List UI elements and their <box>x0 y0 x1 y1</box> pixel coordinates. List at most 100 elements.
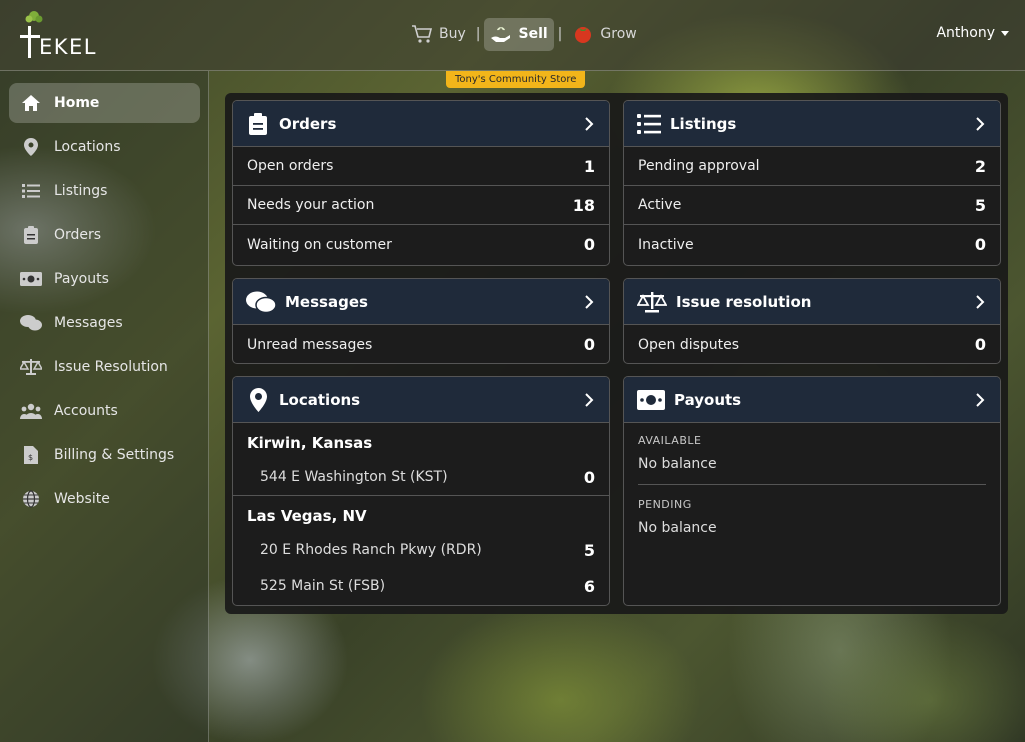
orders-card: Orders Open orders 1 Needs your action 18 … <box>232 100 610 266</box>
location-store-count: 6 <box>583 576 595 596</box>
list-item[interactable]: Active 5 <box>624 186 1000 225</box>
mode-buy[interactable]: Buy <box>405 18 472 51</box>
sidebar-item-locations[interactable]: Locations <box>9 127 200 167</box>
row-label: Active <box>638 197 682 213</box>
sidebar-item-label: Locations <box>54 139 121 155</box>
chat-icon <box>245 290 277 314</box>
scale-icon <box>636 290 668 314</box>
messages-card-header[interactable]: Messages <box>233 279 609 325</box>
sidebar-item-billing-settings[interactable]: $ Billing & Settings <box>9 435 200 475</box>
list-item[interactable]: Pending approval 2 <box>624 147 1000 186</box>
tomato-icon <box>575 27 592 43</box>
list-item[interactable]: Unread messages 0 <box>233 325 609 363</box>
payouts-card-header[interactable]: Payouts <box>624 377 1000 423</box>
mode-separator: | <box>557 26 563 42</box>
sidebar-item-orders[interactable]: Orders <box>9 215 200 255</box>
sidebar-item-home[interactable]: Home <box>9 83 200 123</box>
sidebar-item-website[interactable]: Website <box>9 479 200 519</box>
sidebar-item-label: Listings <box>54 183 108 199</box>
sidebar-item-payouts[interactable]: Payouts <box>9 259 200 299</box>
issue-resolution-card-title: Issue resolution <box>676 292 812 311</box>
invoice-icon: $ <box>20 446 42 464</box>
mode-sell-label: Sell <box>518 26 548 42</box>
row-count: 0 <box>583 235 595 254</box>
sidebar-item-messages[interactable]: Messages <box>9 303 200 343</box>
logo-t-bar <box>20 35 40 38</box>
listings-card-header[interactable]: Listings <box>624 101 1000 147</box>
map-pin-icon <box>20 138 42 156</box>
row-label: Inactive <box>638 236 694 253</box>
user-name: Anthony <box>936 25 995 41</box>
orders-card-header[interactable]: Orders <box>233 101 609 147</box>
mode-separator: | <box>475 26 481 42</box>
sidebar-item-issue-resolution[interactable]: Issue Resolution <box>9 347 200 387</box>
list-item[interactable]: Inactive 0 <box>624 225 1000 264</box>
sidebar-item-label: Home <box>54 95 100 111</box>
location-store-row[interactable]: 20 E Rhodes Ranch Pkwy (RDR) 5 <box>233 532 609 568</box>
location-store-row[interactable]: 525 Main St (FSB) 6 <box>233 568 609 604</box>
locations-card-title: Locations <box>279 390 361 409</box>
sidebar-item-label: Payouts <box>54 271 109 287</box>
row-count: 1 <box>583 156 595 176</box>
sidebar-item-listings[interactable]: Listings <box>9 171 200 211</box>
chevron-right-icon <box>976 294 985 309</box>
money-icon <box>636 388 666 412</box>
list-item[interactable]: Needs your action 18 <box>233 186 609 225</box>
location-store-name: 525 Main St (FSB) <box>260 578 386 594</box>
list-item[interactable]: Open disputes 0 <box>624 325 1000 363</box>
location-store-count: 5 <box>583 540 595 560</box>
location-city: Las Vegas, NV <box>247 507 367 525</box>
location-group: Kirwin, Kansas 544 E Washington St (KST)… <box>233 423 609 496</box>
sidebar-item-label: Billing & Settings <box>54 447 175 463</box>
row-label: Open disputes <box>638 336 740 353</box>
row-count: 0 <box>583 335 595 354</box>
orders-card-title: Orders <box>279 114 337 133</box>
top-bar: EKEL Buy | Sell | Grow Anthony <box>0 0 1025 71</box>
scale-icon <box>20 358 42 376</box>
user-menu[interactable]: Anthony <box>936 25 1009 41</box>
payout-pending-value: No balance <box>638 520 717 536</box>
messages-card: Messages Unread messages 0 <box>232 278 610 364</box>
row-label: Waiting on customer <box>247 236 392 253</box>
mode-buy-label: Buy <box>439 26 466 42</box>
svg-text:$: $ <box>28 453 33 462</box>
messages-card-title: Messages <box>285 292 368 311</box>
map-pin-icon <box>245 387 271 412</box>
store-badge[interactable]: Tony's Community Store <box>446 71 586 88</box>
issue-resolution-card: Issue resolution Open disputes 0 <box>623 278 1001 364</box>
chevron-right-icon <box>976 392 985 407</box>
list-item[interactable]: Open orders 1 <box>233 147 609 186</box>
listings-card: Listings Pending approval 2 Active 5 Inact… <box>623 100 1001 266</box>
payout-pending-label: PENDING <box>638 498 692 511</box>
locations-card: Locations Kirwin, Kansas 544 E Washingto… <box>232 376 610 606</box>
location-store-name: 20 E Rhodes Ranch Pkwy (RDR) <box>260 542 482 558</box>
row-count: 0 <box>974 235 986 254</box>
chevron-right-icon <box>585 116 594 131</box>
row-count: 0 <box>974 335 986 354</box>
cart-icon <box>412 25 433 43</box>
tekel-logo[interactable]: EKEL <box>18 10 102 60</box>
location-store-row[interactable]: 544 E Washington St (KST) 0 <box>233 459 609 495</box>
logo-t-stem <box>28 26 31 58</box>
hand-plant-icon <box>491 27 511 42</box>
chevron-down-icon <box>1001 30 1009 36</box>
locations-card-header[interactable]: Locations <box>233 377 609 423</box>
sidebar: Home Locations Listings Orders Payouts M… <box>0 71 209 742</box>
mode-sell[interactable]: Sell <box>484 17 554 51</box>
listings-card-title: Listings <box>670 114 737 133</box>
issue-resolution-card-header[interactable]: Issue resolution <box>624 279 1000 325</box>
sidebar-item-accounts[interactable]: Accounts <box>9 391 200 431</box>
chevron-right-icon <box>585 294 594 309</box>
chevron-right-icon <box>976 116 985 131</box>
location-city: Kirwin, Kansas <box>247 434 373 452</box>
sidebar-item-label: Orders <box>54 227 102 243</box>
dashboard-panel: Orders Open orders 1 Needs your action 18 … <box>225 93 1008 614</box>
row-label: Unread messages <box>247 336 373 353</box>
list-icon <box>20 182 42 200</box>
sidebar-item-label: Messages <box>54 315 123 331</box>
mode-grow[interactable]: Grow <box>566 18 642 51</box>
sidebar-item-label: Accounts <box>54 403 118 419</box>
list-item[interactable]: Waiting on customer 0 <box>233 225 609 264</box>
tree-logo-icon <box>25 11 43 23</box>
payout-available-label: AVAILABLE <box>638 434 702 447</box>
